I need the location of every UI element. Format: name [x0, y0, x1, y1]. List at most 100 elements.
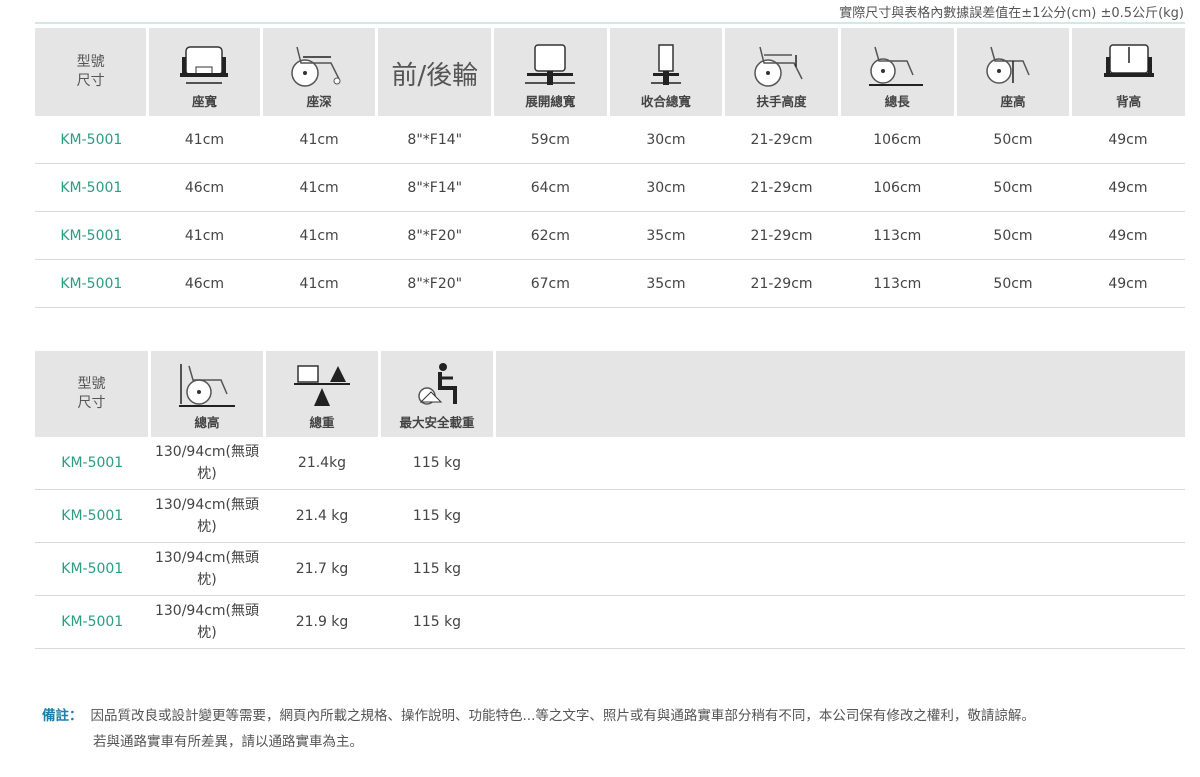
model-size-header: 型號 尺寸 [35, 351, 151, 437]
col-header-total-length: 總長 [839, 28, 957, 116]
cell-filler [494, 437, 1185, 490]
cell-filler [494, 595, 1185, 649]
col-header-total-height: 總高 [149, 351, 266, 437]
cell: 59cm [492, 116, 609, 164]
remark-label: 備註： [42, 708, 83, 724]
table-row: KM-5001 41cm 41cm 8"*F14" 59cm 30cm 21-2… [35, 116, 1185, 164]
cell: 8"*F20" [376, 259, 493, 308]
cell: 46cm [147, 259, 262, 308]
cell: 50cm [955, 259, 1071, 308]
cell: 106cm [839, 163, 956, 212]
col-header-back-height: 背高 [1070, 28, 1185, 116]
back-height-icon [1103, 44, 1154, 77]
cell: 67cm [492, 259, 609, 308]
cell: 113cm [839, 259, 956, 308]
tolerance-note: 實際尺寸與表格內數據誤差值在±1公分(cm) ±0.5公斤(kg) [839, 6, 1184, 21]
cell: 21-29cm [723, 211, 840, 260]
header-filler [494, 351, 1185, 437]
spec-table-2: 型號 尺寸 總高 總重 最大安全載重 KM-5001 130/94cm(無頭枕)… [35, 351, 1185, 649]
cell: 113cm [839, 211, 956, 260]
model-size-header: 型號 尺寸 [35, 28, 150, 116]
cell-filler [494, 489, 1185, 543]
cell: 21.7 kg [264, 542, 380, 596]
cell: 21.4kg [264, 437, 380, 490]
model-cell: KM-5001 [35, 489, 150, 543]
total-height-icon [179, 364, 235, 407]
model-cell: KM-5001 [35, 595, 150, 649]
cell: 115 kg [379, 489, 495, 543]
cell: 115 kg [379, 542, 495, 596]
cell: 62cm [492, 211, 609, 260]
table-row: KM-5001 130/94cm(無頭枕) 21.4 kg 115 kg [35, 489, 1185, 543]
cell: 8"*F14" [376, 116, 493, 164]
cell: 41cm [147, 211, 262, 260]
divider [35, 22, 1185, 24]
open-width-icon [525, 44, 576, 85]
cell: 21-29cm [723, 163, 840, 212]
table-row: KM-5001 130/94cm(無頭枕) 21.7 kg 115 kg [35, 542, 1185, 596]
cell: 21.9 kg [264, 595, 380, 649]
col-header-folded-width: 收合總寬 [608, 28, 726, 116]
cell: 130/94cm(無頭枕) [149, 595, 265, 649]
cell: 50cm [955, 163, 1071, 212]
col-header-seat-height: 座高 [955, 28, 1073, 116]
cell: 106cm [839, 116, 956, 164]
cell: 49cm [1070, 259, 1185, 308]
cell: 130/94cm(無頭枕) [149, 437, 265, 490]
cell: 30cm [608, 163, 724, 212]
cell: 49cm [1070, 211, 1185, 260]
cell: 35cm [608, 259, 724, 308]
col-header-seat-depth: 座深 [261, 28, 379, 116]
cell: 64cm [492, 163, 609, 212]
armrest-height-icon [753, 46, 803, 87]
cell: 115 kg [379, 595, 495, 649]
col-header-open-width: 展開總寬 [492, 28, 610, 116]
cell: 21.4 kg [264, 489, 380, 543]
model-cell: KM-5001 [35, 116, 148, 164]
model-cell: KM-5001 [35, 163, 148, 212]
seat-width-icon [180, 46, 229, 84]
cell: 41cm [261, 116, 377, 164]
folded-width-icon [650, 44, 681, 85]
table-row: KM-5001 130/94cm(無頭枕) 21.4kg 115 kg [35, 437, 1185, 490]
cell: 21-29cm [723, 259, 840, 308]
cell: 21-29cm [723, 116, 840, 164]
total-length-icon [869, 46, 924, 86]
table-header-row: 型號 尺寸 總高 總重 最大安全載重 [35, 351, 1185, 437]
col-header-seat-width: 座寬 [147, 28, 263, 116]
cell: 49cm [1070, 116, 1185, 164]
remark-note: 備註： 因品質改良或設計變更等需要，網頁內所載之規格、操作說明、功能特色...等之… [42, 703, 1035, 755]
model-cell: KM-5001 [35, 259, 148, 308]
cell: 49cm [1070, 163, 1185, 212]
col-header-max-load: 最大安全載重 [379, 351, 496, 437]
cell: 30cm [608, 116, 724, 164]
cell: 130/94cm(無頭枕) [149, 489, 265, 543]
cell: 8"*F20" [376, 211, 493, 260]
cell: 41cm [261, 211, 377, 260]
table-row: KM-5001 46cm 41cm 8"*F20" 67cm 35cm 21-2… [35, 259, 1185, 308]
col-header-wheels: 前/後輪 [376, 28, 495, 116]
table-row: KM-5001 130/94cm(無頭枕) 21.9 kg 115 kg [35, 595, 1185, 649]
cell: 115 kg [379, 437, 495, 490]
cell: 41cm [261, 163, 377, 212]
table-row: KM-5001 46cm 41cm 8"*F14" 64cm 30cm 21-2… [35, 163, 1185, 212]
table-row: KM-5001 41cm 41cm 8"*F20" 62cm 35cm 21-2… [35, 211, 1185, 260]
col-header-armrest-height: 扶手高度 [723, 28, 841, 116]
model-cell: KM-5001 [35, 211, 148, 260]
model-cell: KM-5001 [35, 437, 150, 490]
cell-filler [494, 542, 1185, 596]
cell: 50cm [955, 116, 1071, 164]
seat-height-icon [986, 46, 1030, 84]
spec-table-1: 型號 尺寸 座寬 座深 前/後輪 展開總寬 收合總寬 扶手高度 總長 座高 背高… [35, 28, 1185, 308]
max-load-icon [418, 363, 457, 405]
cell: 8"*F14" [376, 163, 493, 212]
seat-depth-icon [291, 46, 341, 87]
remark-line-2: 若與通路實車有所差異，請以通路實車為主。 [93, 734, 363, 750]
remark-line-1: 因品質改良或設計變更等需要，網頁內所載之規格、操作說明、功能特色...等之文字、… [90, 708, 1035, 724]
cell: 35cm [608, 211, 724, 260]
total-weight-icon [294, 365, 350, 406]
cell: 46cm [147, 163, 262, 212]
model-cell: KM-5001 [35, 542, 150, 596]
cell: 41cm [261, 259, 377, 308]
col-header-total-weight: 總重 [264, 351, 381, 437]
